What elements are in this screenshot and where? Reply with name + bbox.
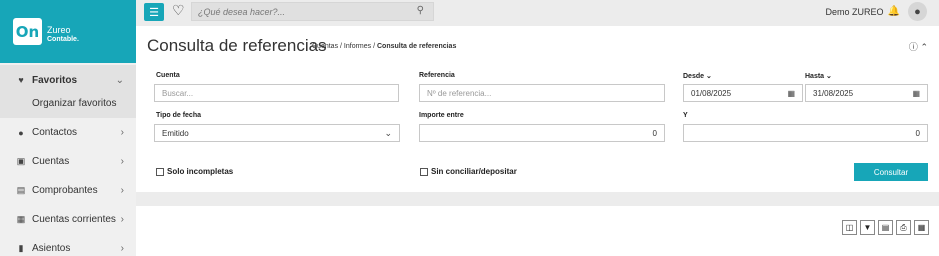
importe-entre-field[interactable]: 0: [419, 124, 665, 142]
filter-icon[interactable]: ▼: [860, 220, 875, 235]
heart-icon: ♥: [18, 75, 24, 85]
sidebar-item-asientos[interactable]: ▮ Asientos ›: [0, 234, 136, 256]
search-input[interactable]: ¿Qué desea hacer?... ⚲: [191, 2, 434, 21]
tipo-fecha-label: Tipo de fecha: [156, 112, 201, 119]
chevron-right-icon: ›: [120, 185, 124, 196]
sin-conciliar-checkbox[interactable]: Sin conciliar/depositar: [420, 167, 517, 176]
menu-toggle-button[interactable]: ☰: [144, 3, 164, 21]
breadcrumb-path[interactable]: Cuentas / Informes /: [312, 43, 377, 50]
brand-subtitle: Contable.: [47, 35, 79, 43]
topbar: ☰ ♡ ¿Qué desea hacer?... ⚲ Demo ZUREO 🔔 …: [136, 0, 939, 24]
sidebar-item-favoritos[interactable]: ♥ Favoritos ⌄: [0, 65, 136, 95]
sidebar-item-label: Contactos: [32, 127, 78, 138]
checkbox-box[interactable]: [420, 167, 428, 176]
book-icon: ▮: [18, 243, 24, 253]
sidebar: On Zureo Contable. ♥ Favoritos ⌄ Organiz…: [0, 0, 136, 256]
tipo-fecha-value: Emitido: [162, 128, 189, 138]
checkbox-box[interactable]: [156, 167, 164, 176]
hasta-date-field[interactable]: 31/08/2025 ▦: [805, 84, 928, 102]
chevron-right-icon: ›: [120, 127, 124, 138]
collapse-chevron-icon[interactable]: ⌃: [920, 42, 928, 52]
filter-panel: Consulta de referencias Cuentas / Inform…: [136, 26, 939, 192]
cuenta-field[interactable]: Buscar...: [154, 84, 399, 102]
results-toolbar: ◫ ▼ ▤ ⎙ ▦: [839, 220, 929, 235]
search-icon: ⚲: [416, 5, 424, 16]
sidebar-item-cuentas[interactable]: ▣ Cuentas ›: [0, 147, 136, 176]
sidebar-item-label: Asientos: [32, 243, 71, 254]
gift-icon: ▣: [16, 156, 26, 166]
search-placeholder: ¿Qué desea hacer?...: [198, 6, 286, 17]
tipo-fecha-select[interactable]: Emitido ⌄: [154, 124, 400, 142]
sidebar-item-comprobantes[interactable]: ▤ Comprobantes ›: [0, 176, 136, 205]
desde-label-text: Desde: [683, 73, 705, 80]
desde-value: 01/08/2025: [691, 88, 732, 98]
sidebar-item-contactos[interactable]: ● Contactos ›: [0, 118, 136, 147]
page-title: Consulta de referencias: [147, 36, 327, 55]
hasta-value: 31/08/2025: [813, 88, 854, 98]
print-icon[interactable]: ⎙: [896, 220, 911, 235]
consultar-button[interactable]: Consultar: [854, 163, 928, 181]
solo-incompletas-label: Solo incompletas: [167, 167, 234, 176]
referencia-label: Referencia: [419, 72, 455, 79]
sidebar-item-label: Comprobantes: [32, 185, 98, 196]
chevron-right-icon: ›: [120, 214, 124, 225]
help-icon[interactable]: ⓘ: [909, 42, 918, 52]
brand-name: Zureo: [47, 24, 71, 35]
calculator-icon: ▦: [16, 214, 26, 224]
logo-icon: On: [13, 18, 42, 45]
chevron-down-icon: ⌄: [826, 73, 832, 80]
chevron-down-icon: ⌄: [115, 74, 124, 86]
importe-entre-label: Importe entre: [419, 112, 464, 119]
columns-icon[interactable]: ◫: [842, 220, 857, 235]
pdf-icon[interactable]: ▤: [878, 220, 893, 235]
hasta-label[interactable]: Hasta ⌄: [805, 72, 832, 80]
hamburger-icon: ☰: [149, 6, 159, 19]
referencia-field[interactable]: Nº de referencia...: [419, 84, 665, 102]
brand-header[interactable]: On Zureo Contable.: [0, 0, 136, 63]
file-icon: ▤: [16, 185, 26, 195]
sidebar-nav: ♥ Favoritos ⌄ Organizar favoritos ● Cont…: [0, 65, 136, 256]
chevron-down-icon: ⌄: [705, 73, 712, 80]
bell-icon[interactable]: 🔔: [888, 6, 900, 17]
desde-label[interactable]: Desde ⌄: [683, 72, 712, 80]
favorites-heart-icon[interactable]: ♡: [172, 2, 185, 19]
chevron-right-icon: ›: [120, 243, 124, 254]
sin-conciliar-label: Sin conciliar/depositar: [431, 167, 517, 176]
avatar[interactable]: ●: [908, 2, 927, 21]
hasta-label-text: Hasta: [805, 73, 825, 80]
calendar-icon[interactable]: ▦: [787, 89, 795, 98]
breadcrumb: Cuentas / Informes / Consulta de referen…: [312, 43, 456, 50]
calendar-icon[interactable]: ▦: [912, 89, 920, 98]
sidebar-item-cuentas-corrientes[interactable]: ▦ Cuentas corrientes ›: [0, 205, 136, 234]
desde-date-field[interactable]: 01/08/2025 ▦: [683, 84, 803, 102]
user-name: Demo ZUREO: [825, 6, 884, 17]
breadcrumb-current: Consulta de referencias: [376, 43, 457, 50]
solo-incompletas-checkbox[interactable]: Solo incompletas: [156, 167, 233, 176]
results-panel: ◫ ▼ ▤ ⎙ ▦: [136, 206, 939, 256]
importe-hasta-field[interactable]: 0: [683, 124, 928, 142]
users-icon: ●: [18, 127, 24, 138]
brand-text: Zureo Contable.: [47, 25, 79, 45]
chevron-down-icon: ⌄: [384, 127, 392, 138]
sidebar-item-label: Favoritos: [32, 74, 78, 86]
user-menu[interactable]: Demo ZUREO 🔔 ●: [826, 2, 927, 21]
cuenta-label: Cuenta: [156, 72, 180, 79]
sidebar-item-label: Cuentas: [32, 156, 70, 167]
chevron-right-icon: ›: [120, 156, 124, 167]
panel-controls: ⓘ ⌃: [909, 40, 928, 53]
excel-icon[interactable]: ▦: [914, 220, 929, 235]
sidebar-item-label: Cuentas corrientes: [32, 214, 116, 225]
sidebar-subitem-organizar-favoritos[interactable]: Organizar favoritos: [0, 95, 136, 118]
y-label: Y: [683, 112, 688, 119]
